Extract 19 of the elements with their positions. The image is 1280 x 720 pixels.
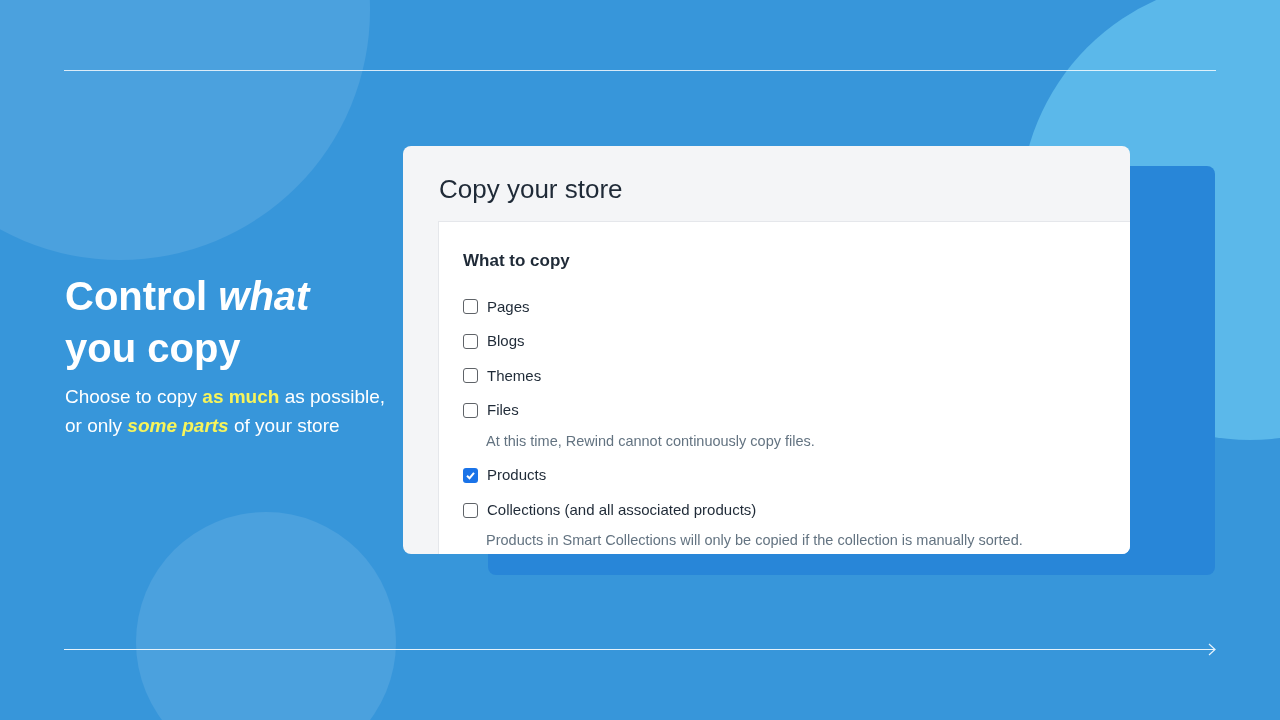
option-label: Blogs bbox=[487, 331, 525, 351]
option-label: Pages bbox=[487, 296, 530, 317]
checkbox[interactable] bbox=[463, 402, 478, 418]
checkbox[interactable] bbox=[463, 502, 478, 518]
option-label: Collections (and all associated products) bbox=[487, 499, 757, 520]
option-note: Products in Smart Collections will only be copied if the collection is manually sorted. bbox=[486, 531, 1024, 551]
subtitle: Choose to copy as much as possible, or only some parts of your store bbox=[65, 385, 387, 438]
checkbox[interactable] bbox=[463, 368, 478, 384]
checkbox[interactable] bbox=[463, 299, 478, 315]
checkbox[interactable] bbox=[463, 333, 478, 349]
option-label: Products bbox=[487, 465, 547, 486]
checkbox[interactable] bbox=[463, 468, 478, 483]
section-title: What to copy bbox=[463, 250, 571, 272]
headline: Control what you copy bbox=[65, 273, 312, 372]
checkmark-icon bbox=[465, 470, 476, 481]
card-title: Copy your store bbox=[438, 173, 624, 206]
option-label: Themes bbox=[487, 365, 542, 386]
option-label: Files bbox=[487, 400, 519, 420]
option-note: At this time, Rewind cannot continuously copy files. bbox=[486, 431, 816, 451]
